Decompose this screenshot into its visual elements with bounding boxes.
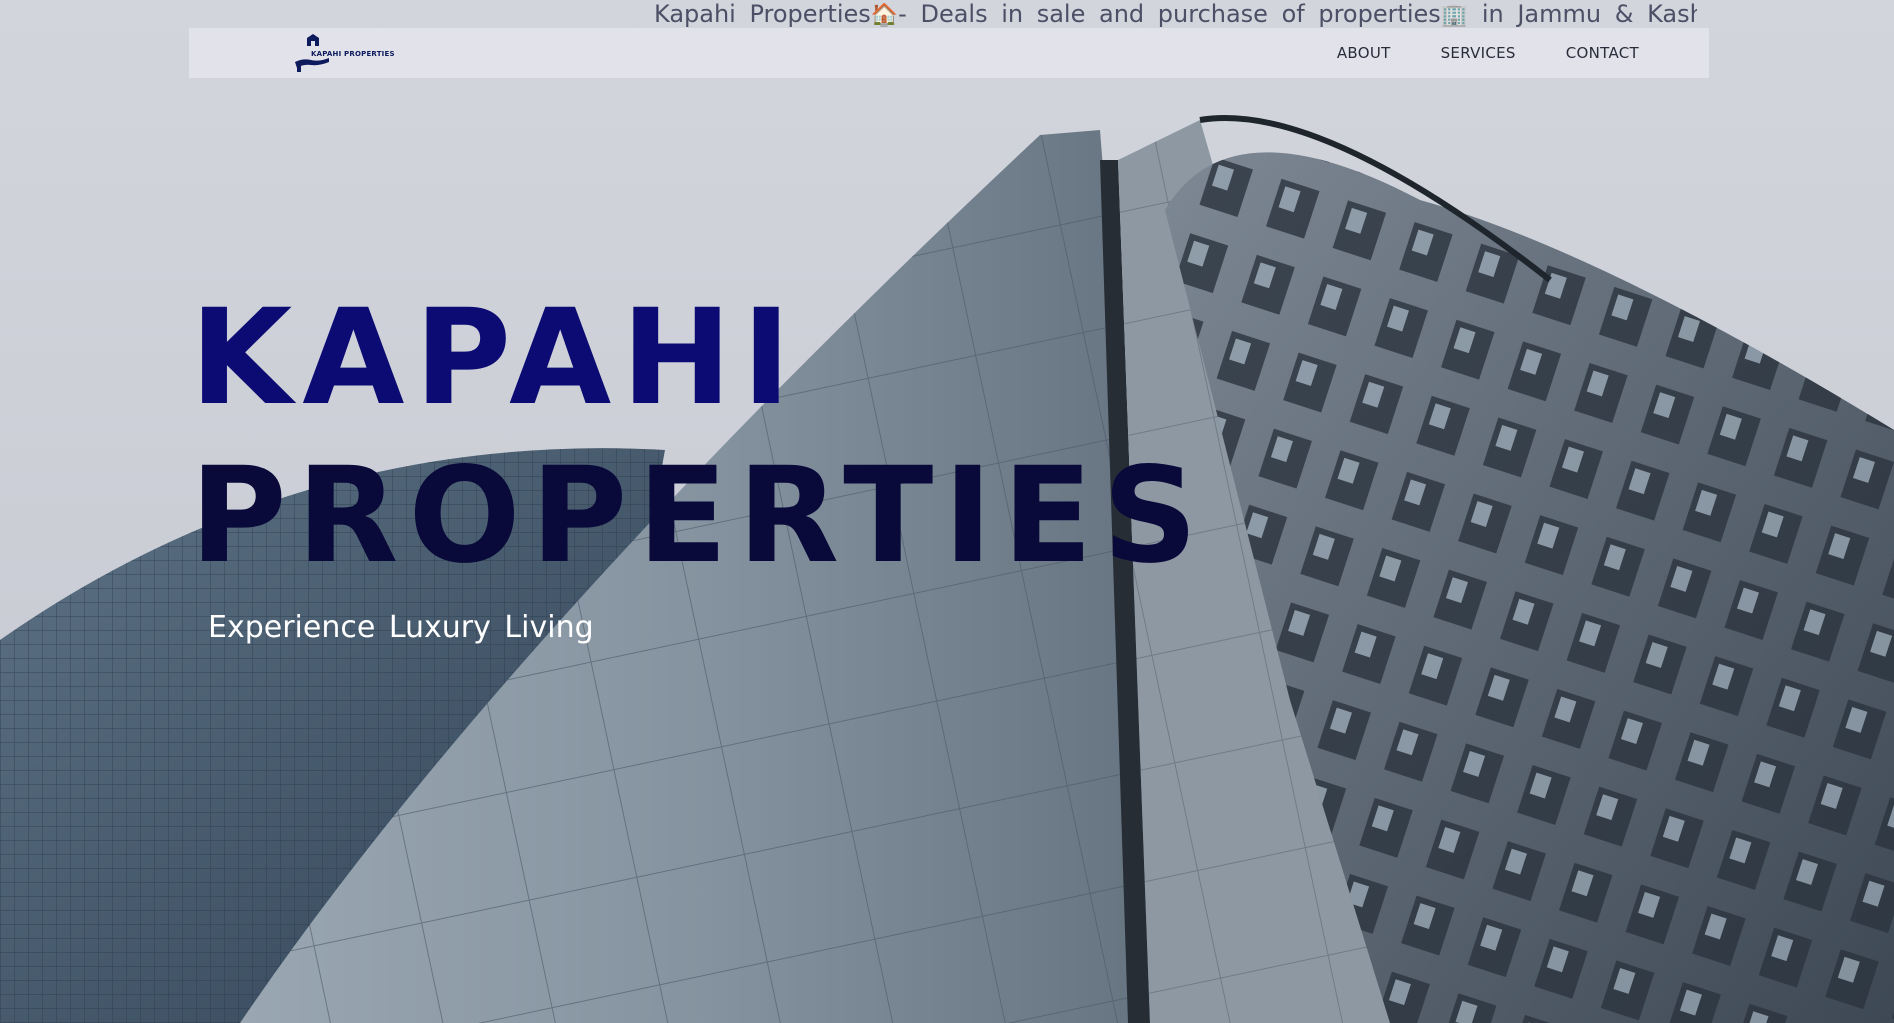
building-icon: 🏢 xyxy=(1440,3,1469,28)
nav-links: ABOUT SERVICES CONTACT xyxy=(1337,28,1639,78)
house-icon: 🏠 xyxy=(870,3,899,28)
top-navbar: KAPAHI PROPERTIES ABOUT SERVICES CONTACT xyxy=(189,28,1709,78)
banner-text-brand: Kapahi Properties xyxy=(654,0,871,28)
nav-link-contact[interactable]: CONTACT xyxy=(1566,44,1639,62)
logo[interactable]: KAPAHI PROPERTIES xyxy=(293,32,395,74)
banner-text-deals: - Deals in sale and purchase of properti… xyxy=(898,0,1441,28)
nav-link-services[interactable]: SERVICES xyxy=(1441,44,1516,62)
hero-title-line2: PROPERTIES xyxy=(190,439,1208,593)
logo-text: KAPAHI PROPERTIES xyxy=(311,50,395,58)
nav-link-about[interactable]: ABOUT xyxy=(1337,44,1391,62)
banner-text-location: in Jammu & Kashmir xyxy=(1481,0,1697,28)
hero-tagline: Experience Luxury Living xyxy=(208,610,594,645)
hero-title-line1: KAPAHI xyxy=(190,281,801,435)
hero-section: Kapahi Properties🏠- Deals in sale and pu… xyxy=(0,0,1894,1023)
announcement-banner: Kapahi Properties🏠- Deals in sale and pu… xyxy=(654,0,1697,28)
